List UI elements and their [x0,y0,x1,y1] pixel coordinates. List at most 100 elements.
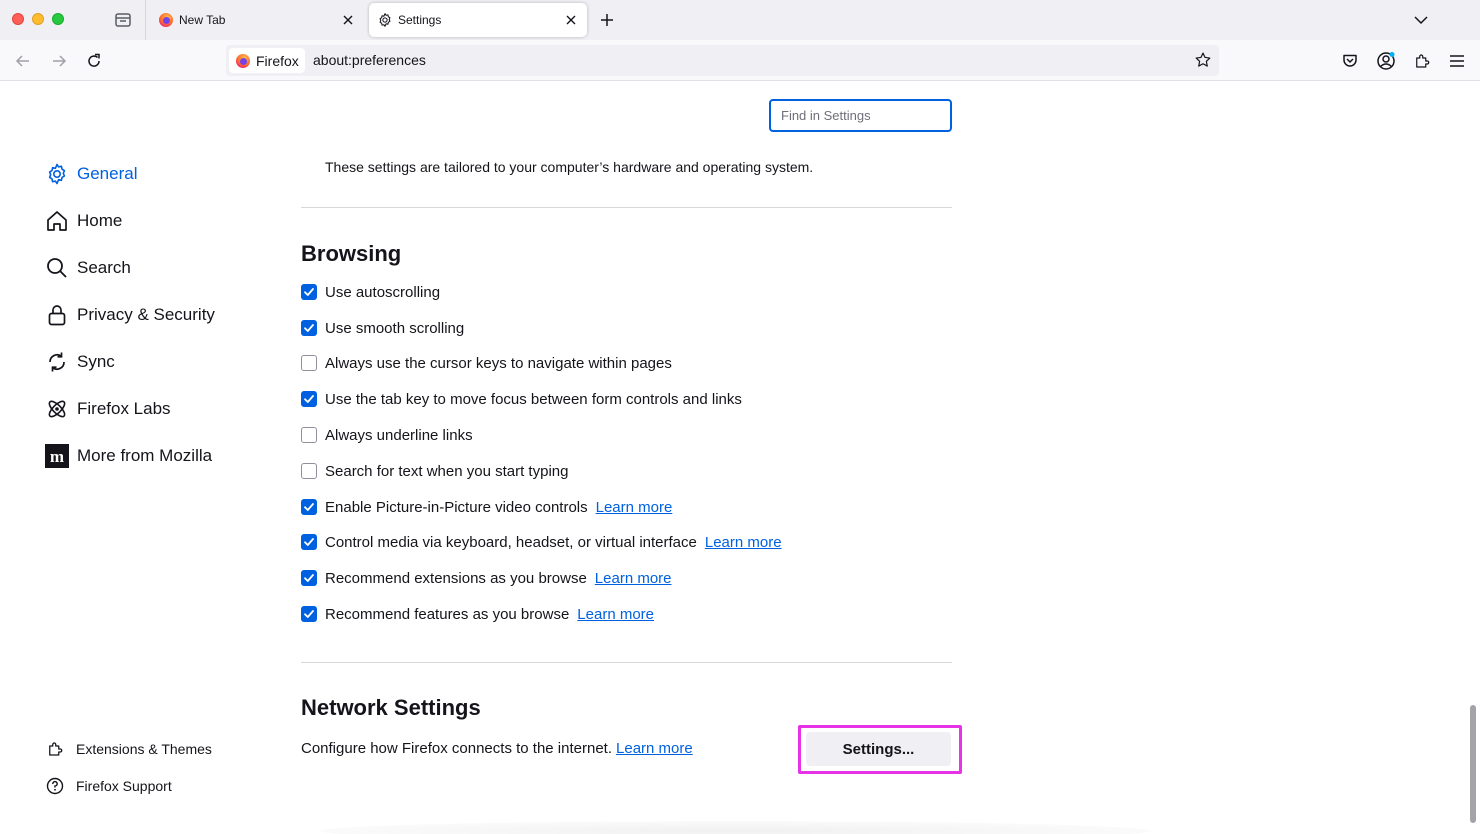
checkbox-checked[interactable] [301,320,317,336]
checkbox-checked[interactable] [301,499,317,515]
lock-icon [45,303,69,327]
find-in-settings-input[interactable] [769,99,952,132]
checkbox-checked[interactable] [301,570,317,586]
sidebar-item-privacy[interactable]: Privacy & Security [45,300,215,330]
checkbox-label: Use autoscrolling [325,283,441,301]
sidebar-item-sync[interactable]: Sync [45,347,115,377]
sidebar-item-search[interactable]: Search [45,253,131,283]
new-tab-plus-icon[interactable] [597,10,617,30]
checkbox-row[interactable]: Recommend features as you browse Learn mo… [301,604,654,624]
sidebar-item-label: Privacy & Security [77,305,215,324]
sidebar-item-label: Search [77,258,131,277]
divider [301,207,952,208]
learn-more-link[interactable]: Learn more [595,570,672,587]
checkbox-row[interactable]: Use autoscrolling [301,282,440,302]
checkmark-icon [304,610,314,618]
tab-groups-icon[interactable] [112,10,134,30]
checkbox-label: Recommend extensions as you browse [325,569,587,587]
url-text[interactable]: about:preferences [313,52,426,68]
gear-icon [377,12,393,28]
home-icon [45,209,69,233]
checkbox-unchecked[interactable] [301,427,317,443]
scrollbar[interactable] [1467,81,1480,834]
pocket-icon[interactable] [1339,50,1361,72]
extensions-puzzle-icon[interactable] [1411,50,1433,72]
checkbox-checked[interactable] [301,606,317,622]
checkbox-label: Control media via keyboard, headset, or … [325,533,697,551]
checkmark-icon [304,538,314,546]
learn-more-link[interactable]: Learn more [577,606,654,623]
reload-icon[interactable] [83,50,105,72]
svg-text:m: m [50,447,64,466]
checkbox-row[interactable]: Always use the cursor keys to navigate w… [301,353,672,373]
checkbox-checked[interactable] [301,284,317,300]
checkbox-unchecked[interactable] [301,463,317,479]
sidebar-item-general[interactable]: General [45,159,137,189]
firefox-logo-icon [158,12,174,28]
network-settings-button[interactable]: Settings... [806,732,951,766]
checkbox-row[interactable]: Always underline links [301,425,473,445]
navigation-toolbar: Firefox about:preferences [0,40,1480,81]
close-icon[interactable] [340,12,356,28]
checkbox-label: Use the tab key to move focus between fo… [325,390,742,408]
bookmark-star-icon[interactable] [1193,50,1213,70]
sidebar-item-firefox-labs[interactable]: Firefox Labs [45,394,171,424]
zoom-window-button[interactable] [52,13,64,25]
checkbox-checked[interactable] [301,534,317,550]
firefox-support-link[interactable]: Firefox Support [46,775,172,797]
checkbox-label: Always underline links [325,426,473,444]
checkbox-row[interactable]: Use smooth scrolling [301,318,464,338]
network-description: Configure how Firefox connects to the in… [301,740,693,757]
performance-description: These settings are tailored to your comp… [325,159,814,175]
minimize-window-button[interactable] [32,13,44,25]
identity-label: Firefox [256,52,299,69]
close-window-button[interactable] [12,13,24,25]
network-description-text: Configure how Firefox connects to the in… [301,740,613,757]
sync-icon [45,350,69,374]
forward-arrow-icon[interactable] [48,50,70,72]
firefox-logo-icon [235,53,251,69]
extensions-themes-label: Extensions & Themes [76,741,212,757]
tab-new-tab[interactable]: New Tab [150,0,364,40]
hamburger-menu-icon[interactable] [1446,50,1468,72]
checkmark-icon [304,395,314,403]
puzzle-icon [46,740,64,758]
tab-strip: New Tab Settings [0,0,1480,40]
tab-settings[interactable]: Settings [369,3,587,37]
sidebar-item-label: More from Mozilla [77,446,213,465]
sidebar-item-label: Sync [77,352,115,371]
checkbox-label: Search for text when you start typing [325,462,569,480]
learn-more-link[interactable]: Learn more [705,534,782,551]
mozilla-icon: m [45,444,69,468]
gear-icon [45,162,69,186]
checkbox-checked[interactable] [301,391,317,407]
firefox-support-label: Firefox Support [76,778,172,794]
checkmark-icon [304,503,314,511]
learn-more-link[interactable]: Learn more [616,740,693,757]
learn-more-link[interactable]: Learn more [596,499,673,516]
labs-icon [45,397,69,421]
checkbox-label: Always use the cursor keys to navigate w… [325,354,672,372]
chevron-down-icon[interactable] [1410,10,1432,30]
preferences-page: General Home Search Privacy & Security S… [0,81,1480,834]
browsing-heading: Browsing [301,241,402,266]
help-icon [46,777,64,795]
checkbox-unchecked[interactable] [301,355,317,371]
back-arrow-icon[interactable] [12,50,34,72]
checkbox-row[interactable]: Control media via keyboard, headset, or … [301,532,782,552]
url-bar[interactable]: Firefox about:preferences [226,45,1219,76]
extensions-themes-link[interactable]: Extensions & Themes [46,738,212,760]
checkbox-label: Enable Picture-in-Picture video controls [325,498,588,516]
scrollbar-thumb[interactable] [1470,705,1476,823]
sidebar-item-label: Home [77,211,123,230]
checkbox-label: Use smooth scrolling [325,319,465,337]
checkbox-row[interactable]: Use the tab key to move focus between fo… [301,389,742,409]
close-icon[interactable] [563,12,579,28]
checkbox-row[interactable]: Enable Picture-in-Picture video controls… [301,497,672,517]
sidebar-item-more-from-mozilla[interactable]: m More from Mozilla [45,441,212,471]
identity-box[interactable]: Firefox [229,48,305,73]
checkbox-row[interactable]: Recommend extensions as you browse Learn … [301,568,672,588]
account-icon[interactable] [1375,50,1397,72]
sidebar-item-home[interactable]: Home [45,206,122,236]
checkbox-row[interactable]: Search for text when you start typing [301,461,568,481]
